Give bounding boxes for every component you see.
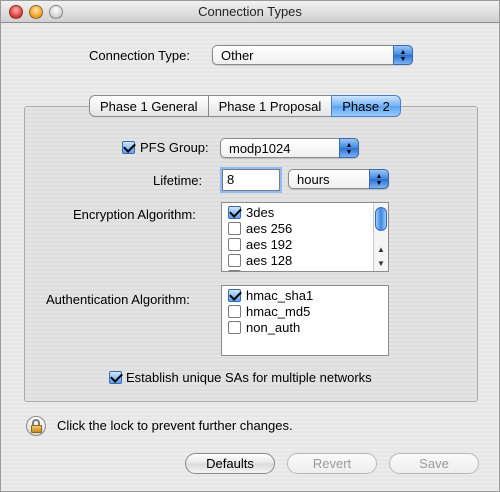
pfs-group-value: modp1024 — [229, 141, 291, 156]
pfs-group-checkbox[interactable] — [122, 141, 135, 154]
encryption-aes256-checkbox[interactable] — [228, 222, 241, 235]
lifetime-input[interactable]: 8 — [222, 169, 280, 191]
list-item-label: hmac_sha1 — [246, 288, 314, 303]
list-item-label: hmac_md5 — [246, 304, 311, 319]
list-item-label: aes 256 — [246, 221, 293, 236]
phase-tabs: Phase 1 General Phase 1 Proposal Phase 2 — [89, 95, 401, 117]
lifetime-unit-popup[interactable]: hours ▲ ▼ — [288, 169, 389, 189]
list-item[interactable]: hmac_sha1 — [222, 288, 388, 304]
pfs-group-popup[interactable]: modp1024 ▲ ▼ — [220, 138, 359, 158]
authentication-label: Authentication Algorithm: — [46, 292, 190, 307]
lock-icon[interactable] — [26, 416, 46, 436]
save-button[interactable]: Save — [389, 453, 479, 474]
scroll-thumb[interactable] — [375, 207, 387, 231]
scroll-up-arrow-icon[interactable]: ▲ — [376, 245, 386, 255]
window-title: Connection Types — [198, 4, 302, 19]
list-item[interactable]: hmac_md5 — [222, 304, 388, 320]
defaults-button[interactable]: Defaults — [185, 453, 275, 474]
popup-arrows-icon: ▲ ▼ — [369, 169, 389, 189]
popup-arrows-icon: ▲ ▼ — [339, 138, 359, 158]
auth-hmac-sha1-checkbox[interactable] — [228, 289, 241, 302]
encryption-3des-checkbox[interactable] — [228, 206, 241, 219]
list-item-label: aes 192 — [246, 237, 293, 252]
unique-sas-label[interactable]: Establish unique SAs for multiple networ… — [126, 370, 372, 385]
list-item — [222, 269, 388, 271]
list-item[interactable]: aes 128 — [222, 253, 388, 269]
lock-message: Click the lock to prevent further change… — [57, 418, 293, 433]
auth-hmac-md5-checkbox[interactable] — [228, 305, 241, 318]
list-item[interactable]: non_auth — [222, 320, 388, 336]
list-item-label: aes 128 — [246, 253, 293, 268]
scroll-down-arrow-icon[interactable]: ▼ — [376, 259, 386, 269]
title-bar[interactable]: Connection Types — [1, 1, 499, 23]
tab-phase2[interactable]: Phase 2 — [331, 95, 401, 117]
connection-type-value: Other — [221, 48, 254, 63]
encryption-scrollbar[interactable]: ▲ ▼ — [373, 203, 388, 271]
list-item-label: 3des — [246, 205, 275, 220]
connection-type-popup[interactable]: Other ▲ ▼ — [212, 45, 413, 65]
connection-type-label: Connection Type: — [89, 48, 190, 63]
encryption-label: Encryption Algorithm: — [73, 207, 196, 222]
lifetime-unit-value: hours — [297, 172, 330, 187]
list-item-label: non_auth — [246, 320, 301, 335]
revert-button[interactable]: Revert — [287, 453, 377, 474]
encryption-list[interactable]: 3des aes 256 aes 192 aes 128 ▲ ▼ — [221, 202, 389, 272]
lifetime-label: Lifetime: — [153, 173, 203, 188]
lock-body — [31, 425, 42, 433]
popup-arrows-icon: ▲ ▼ — [393, 45, 413, 65]
tab-phase1-proposal[interactable]: Phase 1 Proposal — [207, 95, 332, 117]
unique-sas-checkbox[interactable] — [109, 371, 122, 384]
pfs-group-label: PFS Group: — [140, 140, 209, 155]
list-item[interactable]: aes 256 — [222, 221, 388, 237]
encryption-partial-checkbox — [228, 270, 241, 271]
auth-non-auth-checkbox[interactable] — [228, 321, 241, 334]
authentication-list[interactable]: hmac_sha1 hmac_md5 non_auth — [221, 285, 389, 356]
encryption-aes192-checkbox[interactable] — [228, 238, 241, 251]
list-item[interactable]: 3des — [222, 205, 388, 221]
tab-phase1-general[interactable]: Phase 1 General — [89, 95, 208, 117]
encryption-aes128-checkbox[interactable] — [228, 254, 241, 267]
connection-types-window: Connection Types Connection Type: Other … — [0, 0, 500, 492]
list-item[interactable]: aes 192 — [222, 237, 388, 253]
